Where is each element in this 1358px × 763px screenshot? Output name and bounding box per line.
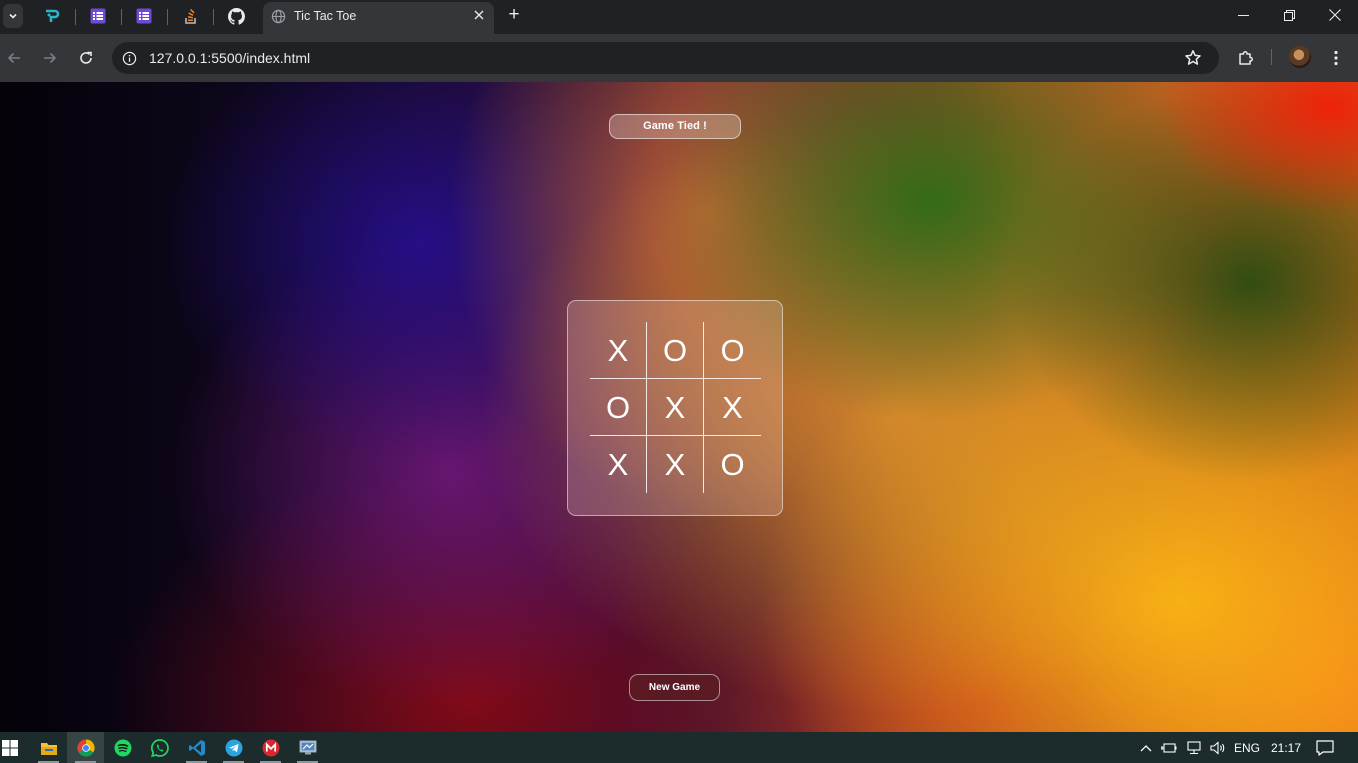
pinned-tab-forms-1[interactable]: [86, 5, 110, 27]
tab-close-button[interactable]: [470, 7, 488, 25]
board-cell[interactable]: O: [590, 379, 647, 436]
browser-menu-button[interactable]: [1324, 46, 1348, 70]
profile-avatar[interactable]: [1289, 46, 1311, 68]
spotify-icon: [114, 739, 131, 756]
board-grid: X O O O X X X X O: [590, 322, 761, 493]
board-cell[interactable]: X: [590, 436, 647, 493]
speaker-icon: [1210, 740, 1225, 755]
tab-separator: [75, 9, 76, 25]
pinned-tab-forms-2[interactable]: [132, 5, 156, 27]
tray-battery-button[interactable]: [1159, 732, 1179, 763]
new-game-button[interactable]: New Game: [629, 674, 720, 701]
board-cell[interactable]: X: [647, 379, 704, 436]
telegram-icon: [225, 739, 242, 756]
github-icon: [227, 7, 245, 25]
board-cell[interactable]: O: [704, 436, 761, 493]
url-text[interactable]: 127.0.0.1:5500/index.html: [149, 50, 310, 66]
forward-arrow-icon: [44, 52, 57, 64]
new-tab-button[interactable]: +: [504, 4, 524, 26]
notification-icon: [1316, 739, 1334, 756]
board-cell[interactable]: O: [704, 322, 761, 379]
whatsapp-icon: [150, 738, 169, 757]
game-board: X O O O X X X X O: [567, 300, 783, 516]
mega-icon: [262, 739, 279, 756]
forms-list-icon: [136, 8, 152, 24]
browser-toolbar: 127.0.0.1:5500/index.html: [0, 34, 1358, 82]
game-status-message: Game Tied !: [609, 114, 741, 139]
stack-overflow-icon: [185, 8, 196, 24]
pinned-tab-pt[interactable]: [40, 5, 64, 27]
extensions-button[interactable]: [1234, 46, 1258, 70]
globe-icon: [271, 9, 286, 24]
forward-button[interactable]: [38, 46, 62, 70]
taskbar-remote-desktop[interactable]: [289, 732, 326, 763]
start-icon: [2, 739, 18, 756]
pinned-tab-stackoverflow[interactable]: [179, 5, 203, 27]
tray-overflow-button[interactable]: [1136, 732, 1156, 763]
tab-tic-tac-toe[interactable]: Tic Tac Toe: [263, 2, 494, 38]
reload-button[interactable]: [74, 46, 98, 70]
tab-title: Tic Tac Toe: [294, 9, 357, 23]
minimize-icon: [1237, 14, 1249, 16]
pinned-tab-github[interactable]: [224, 5, 248, 27]
board-cell[interactable]: X: [590, 322, 647, 379]
tray-clock[interactable]: 21:17: [1266, 732, 1306, 763]
back-arrow-icon: [7, 52, 20, 64]
windows-taskbar: ENG 21:17: [0, 732, 1358, 763]
restore-button[interactable]: [1266, 0, 1312, 30]
restore-icon: [1283, 9, 1295, 21]
page-viewport: Game Tied ! X O O O X X X X O New Game: [0, 82, 1358, 732]
tray-volume-button[interactable]: [1207, 732, 1229, 763]
close-icon: [1329, 9, 1341, 21]
tab-separator: [121, 9, 122, 25]
board-cell[interactable]: X: [647, 436, 704, 493]
notification-center-button[interactable]: [1314, 732, 1336, 763]
site-info-icon[interactable]: [122, 51, 137, 66]
network-icon: [1187, 740, 1201, 754]
taskbar-spotify[interactable]: [104, 732, 141, 763]
tray-network-button[interactable]: [1183, 732, 1205, 763]
board-cell[interactable]: X: [704, 379, 761, 436]
back-button[interactable]: [2, 46, 26, 70]
tab-strip: Tic Tac Toe +: [0, 0, 1358, 38]
more-vertical-icon: [1334, 50, 1338, 66]
taskbar-telegram[interactable]: [215, 732, 252, 763]
chrome-icon: [76, 738, 95, 757]
minimize-button[interactable]: [1220, 0, 1266, 30]
reload-icon: [80, 51, 92, 64]
taskbar-whatsapp[interactable]: [141, 732, 178, 763]
tab-separator: [167, 9, 168, 25]
chevron-up-icon: [1140, 744, 1152, 751]
forms-list-icon: [90, 8, 106, 24]
tab-separator: [213, 9, 214, 25]
tab-search-button[interactable]: [3, 4, 23, 28]
taskbar-mega[interactable]: [252, 732, 289, 763]
remote-desktop-icon: [299, 740, 316, 754]
toolbar-separator: [1271, 49, 1272, 65]
battery-plug-icon: [1161, 742, 1177, 753]
board-cell[interactable]: O: [647, 322, 704, 379]
address-bar[interactable]: 127.0.0.1:5500/index.html: [112, 42, 1219, 74]
vscode-icon: [188, 739, 205, 756]
bookmark-star-icon[interactable]: [1184, 49, 1202, 67]
start-button[interactable]: [0, 732, 20, 763]
taskbar-vscode[interactable]: [178, 732, 215, 763]
close-icon: [474, 10, 484, 20]
window-close-button[interactable]: [1312, 0, 1358, 30]
chevron-down-icon: [9, 13, 17, 19]
taskbar-chrome[interactable]: [67, 732, 104, 763]
file-explorer-icon: [40, 742, 57, 755]
pt-logo-icon: [46, 9, 60, 22]
puzzle-icon: [1239, 51, 1253, 65]
taskbar-file-explorer[interactable]: [30, 732, 67, 763]
tray-language[interactable]: ENG: [1233, 732, 1261, 763]
